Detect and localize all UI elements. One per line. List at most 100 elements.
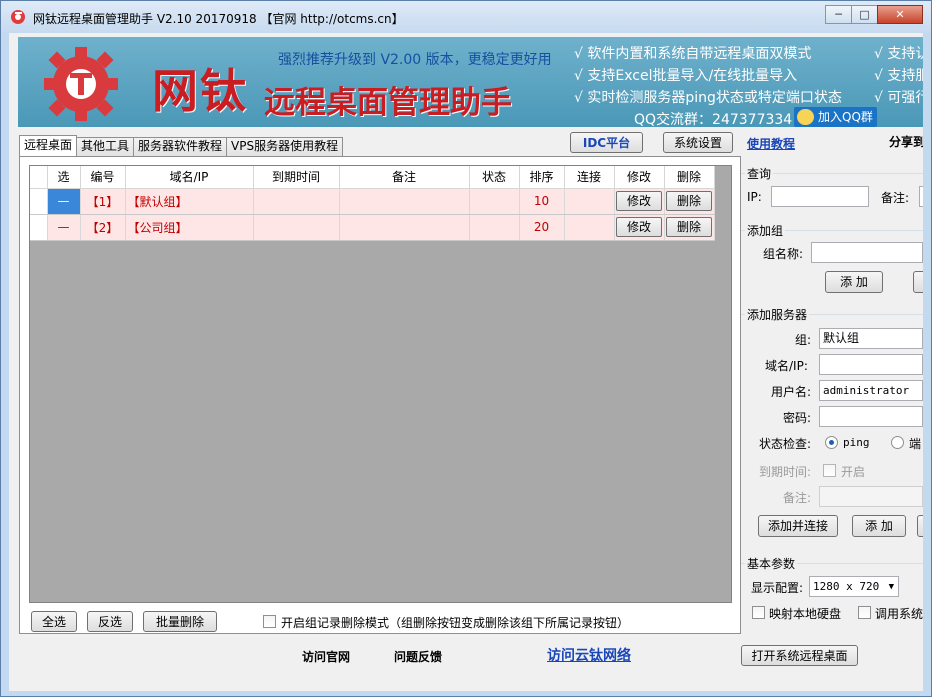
brand-subtitle: 远程桌面管理助手 — [264, 85, 512, 121]
invert-selection-button[interactable]: 反选 — [87, 611, 133, 632]
brand-title: 网钛 — [152, 64, 248, 118]
server-grid[interactable]: 选 编号 域名/IP 到期时间 备注 状态 排序 连接 修改 删除 — 【1】 … — [29, 165, 732, 603]
table-row[interactable]: — 【2】 【公司组】 20 修改 删除 — [30, 214, 715, 241]
close-button[interactable]: ✕ — [877, 5, 923, 24]
column-header-select[interactable]: 选 — [47, 166, 81, 189]
row-select-cell[interactable]: — — [47, 188, 81, 215]
system-settings-button[interactable]: 系统设置 — [663, 132, 733, 153]
query-group-title: 查询 — [745, 165, 774, 182]
column-header-edit[interactable]: 修改 — [614, 166, 665, 189]
add-group-title: 添加组 — [745, 222, 786, 239]
map-local-disk-label: 映射本地硬盘 — [769, 607, 842, 621]
row-note — [339, 188, 470, 215]
delete-button[interactable]: 删除 — [666, 191, 712, 211]
add-group-extra-button[interactable] — [913, 271, 923, 293]
column-header-note[interactable]: 备注 — [339, 166, 470, 189]
column-header-connect[interactable]: 连接 — [564, 166, 615, 189]
share-to-link[interactable]: 分享到 — [889, 133, 923, 150]
server-group-value: 默认组 — [823, 331, 860, 345]
row-delete-cell: 删除 — [664, 214, 715, 241]
join-qq-group-button[interactable]: 加入QQ群 — [794, 107, 877, 127]
add-group-button[interactable]: 添 加 — [825, 271, 883, 293]
group-delete-mode-checkbox[interactable] — [263, 615, 276, 628]
join-qq-group-label: 加入QQ群 — [818, 110, 873, 124]
banner: 网钛 远程桌面管理助手 强烈推荐升级到 V2.00 版本，更稳定更好用 √ 软件… — [18, 37, 923, 127]
tab-remote-desktop[interactable]: 远程桌面 — [19, 135, 78, 156]
add-server-extra-button[interactable] — [917, 515, 923, 537]
server-user-input[interactable]: administrator — [819, 380, 923, 401]
server-password-input[interactable] — [819, 406, 923, 427]
column-header-id[interactable]: 编号 — [80, 166, 126, 189]
row-connect[interactable] — [564, 214, 615, 241]
row-status — [469, 188, 520, 215]
application-window: 网钛远程桌面管理助手 V2.10 20170918 【官网 http://otc… — [0, 0, 932, 697]
expire-enable-label: 开启 — [841, 465, 866, 479]
client-area: 网钛 远程桌面管理助手 强烈推荐升级到 V2.00 版本，更稳定更好用 √ 软件… — [9, 33, 923, 691]
feature-item: √ 支持Excel批量导入/在线批量导入 — [574, 68, 798, 84]
title-bar[interactable]: 网钛远程桌面管理助手 V2.10 20170918 【官网 http://otc… — [1, 1, 931, 33]
server-note-input[interactable] — [819, 486, 923, 507]
query-note-input[interactable] — [919, 186, 923, 207]
edit-button[interactable]: 修改 — [616, 217, 662, 237]
group-name-label: 组名称: — [763, 247, 804, 261]
select-all-button[interactable]: 全选 — [31, 611, 77, 632]
tab-other-tools[interactable]: 其他工具 — [76, 137, 135, 156]
tab-vps-tutorial[interactable]: VPS服务器使用教程 — [226, 137, 344, 156]
edit-button[interactable]: 修改 — [616, 191, 662, 211]
upgrade-promo-link[interactable]: 强烈推荐升级到 V2.00 版本，更稳定更好用 — [278, 49, 552, 69]
add-and-connect-button[interactable]: 添加并连接 — [758, 515, 838, 537]
row-edit-cell: 修改 — [614, 188, 665, 215]
delete-button[interactable]: 删除 — [666, 217, 712, 237]
group-delete-mode-label: 开启组记录删除模式（组删除按钮变成删除该组下所属记录按钮） — [281, 616, 630, 630]
server-group-select[interactable]: 默认组 — [819, 328, 923, 349]
main-tabs: 远程桌面 其他工具 服务器软件教程 VPS服务器使用教程 — [19, 135, 344, 156]
batch-delete-button[interactable]: 批量删除 — [143, 611, 217, 632]
group-name-input[interactable] — [811, 242, 923, 263]
row-select-cell[interactable]: — — [47, 214, 81, 241]
row-note — [339, 214, 470, 241]
query-ip-input[interactable] — [771, 186, 869, 207]
row-expire — [253, 214, 340, 241]
feedback-link[interactable]: 问题反馈 — [394, 648, 442, 665]
table-row[interactable]: — 【1】 【默认组】 10 修改 删除 — [30, 188, 715, 215]
column-header-domain[interactable]: 域名/IP — [125, 166, 254, 189]
column-header-order[interactable]: 排序 — [519, 166, 565, 189]
usage-tutorial-link[interactable]: 使用教程 — [747, 135, 795, 152]
column-header-expire[interactable]: 到期时间 — [253, 166, 340, 189]
expire-enable-checkbox[interactable] — [823, 464, 836, 477]
chevron-down-icon: ▼ — [888, 582, 894, 592]
row-delete-cell: 删除 — [664, 188, 715, 215]
qq-group-number: QQ交流群：247377334 — [634, 112, 793, 127]
map-local-disk-checkbox[interactable] — [752, 606, 765, 619]
row-expire — [253, 188, 340, 215]
feature-list: √ 软件内置和系统自带远程桌面双模式 √ 支持Excel批量导入/在线批量导入 … — [574, 43, 842, 109]
server-domain-input[interactable] — [819, 354, 923, 375]
row-header[interactable] — [30, 188, 48, 215]
display-config-select[interactable]: 1280 x 720 ▼ — [809, 576, 899, 597]
window-title: 网钛远程桌面管理助手 V2.10 20170918 【官网 http://otc… — [33, 12, 404, 26]
visit-official-site-link[interactable]: 访问官网 — [302, 648, 350, 665]
display-config-value: 1280 x 720 — [813, 580, 880, 593]
row-order: 20 — [519, 214, 565, 241]
basic-params-title: 基本参数 — [745, 555, 798, 572]
minimize-button[interactable]: ─ — [825, 5, 852, 24]
row-connect[interactable] — [564, 188, 615, 215]
row-header[interactable] — [30, 214, 48, 241]
gear-logo-icon — [44, 47, 118, 121]
use-system-checkbox[interactable] — [858, 606, 871, 619]
check-port-label: 端 — [909, 437, 922, 451]
column-header-delete[interactable]: 删除 — [664, 166, 715, 189]
add-server-button[interactable]: 添 加 — [852, 515, 906, 537]
add-server-title: 添加服务器 — [745, 306, 810, 323]
maximize-button[interactable]: □ — [851, 5, 878, 24]
visit-cloud-link[interactable]: 访问云钛网络 — [547, 645, 631, 665]
row-order: 10 — [519, 188, 565, 215]
row-domain: 【默认组】 — [125, 188, 254, 215]
check-port-radio[interactable] — [891, 436, 904, 449]
open-system-remote-desktop-button[interactable]: 打开系统远程桌面 — [741, 645, 858, 666]
idc-platform-button[interactable]: IDC平台 — [570, 132, 643, 153]
row-status — [469, 214, 520, 241]
column-header-status[interactable]: 状态 — [469, 166, 520, 189]
check-ping-radio[interactable] — [825, 436, 838, 449]
tab-server-software-tutorial[interactable]: 服务器软件教程 — [133, 137, 228, 156]
